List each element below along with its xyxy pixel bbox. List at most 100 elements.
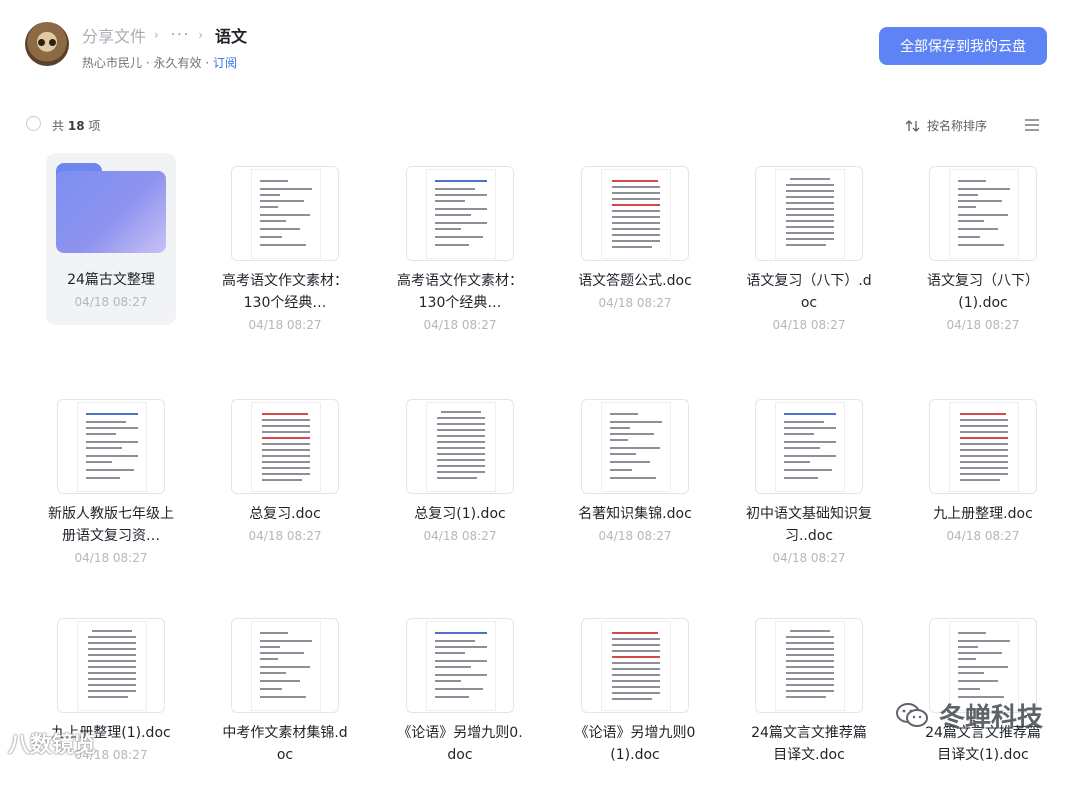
doc-text-line bbox=[260, 214, 310, 216]
doc-text-line bbox=[260, 658, 278, 660]
doc-text-line bbox=[786, 196, 834, 198]
doc-text-line bbox=[435, 674, 487, 676]
folder-item[interactable]: 24篇古文整理 04/18 08:27 bbox=[46, 153, 176, 325]
file-item[interactable]: 九上册整理(1).doc 04/18 08:27 bbox=[46, 605, 176, 795]
file-name: 24篇文言文推荐篇目译文.doc bbox=[751, 725, 867, 763]
doc-text-line bbox=[610, 453, 636, 455]
doc-text-line bbox=[435, 208, 487, 210]
doc-page bbox=[602, 403, 670, 491]
file-item[interactable]: 总复习(1).doc 04/18 08:27 bbox=[395, 386, 525, 576]
doc-preview-frame bbox=[406, 618, 514, 713]
doc-text-line bbox=[786, 220, 834, 222]
doc-page bbox=[78, 622, 146, 710]
file-item[interactable]: 语文复习（八下）.doc 04/18 08:27 bbox=[744, 153, 874, 343]
doc-text-line bbox=[786, 226, 834, 228]
file-item[interactable]: 语文答题公式.doc 04/18 08:27 bbox=[570, 153, 700, 343]
file-item[interactable]: 新版人教版七年级上册语文复习资… 04/18 08:27 bbox=[46, 386, 176, 576]
doc-text-line bbox=[612, 192, 660, 194]
doc-text-line bbox=[262, 425, 310, 427]
brand-watermark: 冬蝉科技 bbox=[895, 695, 1043, 735]
doc-text-line bbox=[960, 437, 1008, 439]
breadcrumb-current: 语文 bbox=[215, 27, 248, 46]
doc-text-line bbox=[784, 433, 814, 435]
file-item[interactable]: 名著知识集锦.doc 04/18 08:27 bbox=[570, 386, 700, 576]
doc-text-line bbox=[435, 680, 461, 682]
breadcrumb-root[interactable]: 分享文件 bbox=[82, 23, 146, 47]
doc-text-line bbox=[86, 461, 112, 463]
file-name: 总复习(1).doc bbox=[414, 506, 506, 522]
doc-page bbox=[78, 403, 146, 491]
doc-text-line bbox=[786, 684, 834, 686]
list-toolbar: 共 18 项 按名称排序 bbox=[0, 110, 1080, 140]
doc-text-line bbox=[612, 198, 660, 200]
doc-text-line bbox=[612, 246, 652, 248]
folder-body bbox=[56, 171, 166, 253]
file-item[interactable]: 九上册整理.doc 04/18 08:27 bbox=[918, 386, 1048, 576]
count-prefix: 共 bbox=[52, 119, 65, 133]
file-name: 总复习.doc bbox=[249, 506, 321, 522]
doc-text-line bbox=[612, 674, 660, 676]
doc-text-line bbox=[262, 419, 310, 421]
doc-preview-frame bbox=[406, 399, 514, 494]
sort-button[interactable]: 按名称排序 bbox=[905, 117, 987, 134]
subscribe-link[interactable]: 订阅 bbox=[213, 56, 237, 70]
file-item[interactable]: 中考作文素材集锦.doc bbox=[220, 605, 350, 795]
doc-text-line bbox=[612, 656, 660, 658]
doc-page bbox=[776, 170, 844, 258]
file-item[interactable]: 高考语文作文素材：130个经典… 04/18 08:27 bbox=[395, 153, 525, 343]
doc-text-line bbox=[260, 666, 310, 668]
doc-text-line bbox=[260, 696, 306, 698]
doc-preview-frame bbox=[231, 166, 339, 261]
sort-label: 按名称排序 bbox=[927, 119, 988, 133]
doc-text-line bbox=[786, 636, 834, 638]
file-item[interactable]: 初中语文基础知识复习..doc 04/18 08:27 bbox=[744, 386, 874, 576]
doc-preview-frame bbox=[581, 399, 689, 494]
doc-text-line bbox=[435, 666, 471, 668]
file-item[interactable]: 《论语》另增九则0.doc bbox=[395, 605, 525, 795]
file-name: 高考语文作文素材：130个经典… bbox=[397, 273, 523, 311]
doc-thumbnail bbox=[570, 386, 700, 503]
save-all-button[interactable]: 全部保存到我的云盘 bbox=[879, 27, 1047, 65]
doc-text-line bbox=[958, 672, 984, 674]
doc-page bbox=[252, 403, 320, 491]
doc-text-line bbox=[960, 461, 1008, 463]
doc-text-line bbox=[86, 421, 126, 423]
doc-text-line bbox=[612, 644, 660, 646]
breadcrumb-ellipsis[interactable]: ··· bbox=[171, 27, 190, 43]
doc-text-line bbox=[88, 654, 136, 656]
doc-text-line bbox=[260, 652, 304, 654]
doc-text-line bbox=[612, 234, 660, 236]
avatar-eye bbox=[38, 39, 45, 46]
file-item[interactable]: 总复习.doc 04/18 08:27 bbox=[220, 386, 350, 576]
doc-page bbox=[950, 170, 1018, 258]
doc-text-line bbox=[435, 688, 483, 690]
doc-preview-frame bbox=[755, 618, 863, 713]
doc-text-line bbox=[437, 423, 485, 425]
doc-text-line bbox=[960, 449, 1008, 451]
list-view-icon[interactable] bbox=[1024, 117, 1040, 136]
doc-text-line bbox=[88, 672, 136, 674]
doc-text-line bbox=[786, 642, 834, 644]
doc-text-line bbox=[86, 469, 134, 471]
file-time: 04/18 08:27 bbox=[423, 529, 497, 543]
doc-text-line bbox=[435, 696, 469, 698]
doc-text-line bbox=[958, 646, 978, 648]
doc-text-line bbox=[610, 439, 628, 441]
doc-text-line bbox=[958, 652, 1002, 654]
doc-text-line bbox=[960, 455, 1008, 457]
corner-watermark: 八数镜览 bbox=[8, 733, 97, 758]
doc-text-line bbox=[86, 455, 138, 457]
file-item[interactable]: 24篇文言文推荐篇目译文.doc bbox=[744, 605, 874, 795]
select-all-checkbox[interactable] bbox=[26, 116, 41, 131]
doc-text-line bbox=[435, 646, 487, 648]
doc-text-line bbox=[612, 680, 660, 682]
file-name: 《论语》另增九则0(1).doc bbox=[574, 725, 696, 763]
doc-text-line bbox=[784, 447, 820, 449]
doc-preview-frame bbox=[406, 166, 514, 261]
avatar[interactable] bbox=[25, 22, 69, 66]
folder-icon bbox=[46, 153, 176, 263]
file-item[interactable]: 语文复习（八下）(1).doc 04/18 08:27 bbox=[918, 153, 1048, 343]
file-item[interactable]: 《论语》另增九则0(1).doc bbox=[570, 605, 700, 795]
doc-text-line bbox=[86, 477, 120, 479]
file-item[interactable]: 高考语文作文素材：130个经典… 04/18 08:27 bbox=[220, 153, 350, 343]
